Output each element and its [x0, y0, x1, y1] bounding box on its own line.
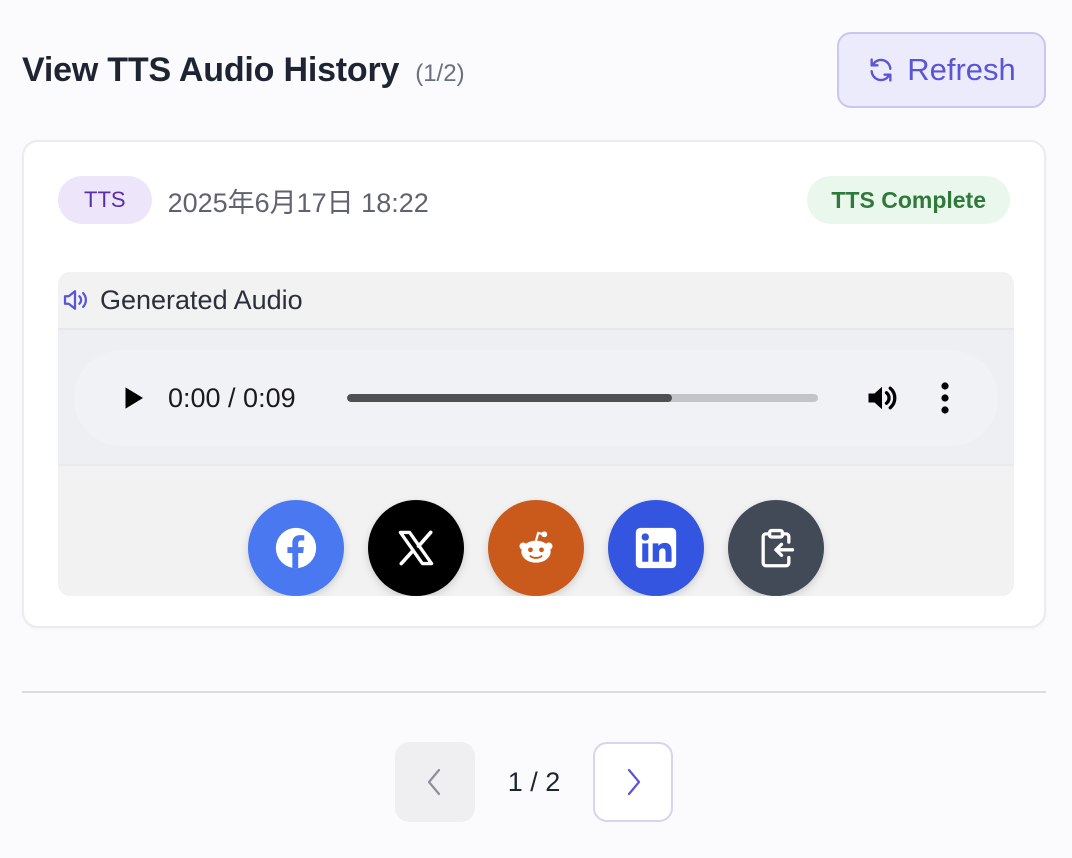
entry-meta-row: TTS 2025年6月17日 18:22 TTS Complete — [58, 176, 1010, 224]
seek-bar-progress — [347, 394, 672, 402]
title-group: View TTS Audio History (1/2) — [22, 51, 465, 90]
linkedin-icon — [635, 527, 677, 569]
entry-timestamp: 2025年6月17日 18:22 — [167, 187, 429, 218]
x-icon — [398, 530, 434, 566]
next-page-button[interactable] — [593, 742, 673, 822]
pagination: 1 / 2 — [395, 742, 673, 822]
generated-audio-section: Generated Audio 0:00 / 0:09 — [58, 272, 1014, 596]
refresh-icon — [870, 58, 892, 82]
time-display: 0:00 / 0:09 — [168, 382, 296, 413]
facebook-icon — [275, 527, 317, 569]
audio-section-title: Generated Audio — [100, 284, 303, 315]
page-indicator: 1 / 2 — [507, 766, 561, 797]
entry-meta: TTS 2025年6月17日 18:22 — [58, 176, 429, 224]
page-header: View TTS Audio History (1/2) Refresh — [22, 32, 1046, 108]
page-title: View TTS Audio History — [22, 50, 400, 89]
audio-player-band: 0:00 / 0:09 — [58, 328, 1014, 466]
chevron-right-icon — [627, 768, 641, 796]
copy-link-button[interactable] — [728, 500, 824, 596]
previous-page-button[interactable] — [395, 742, 475, 822]
chevron-left-icon — [427, 768, 441, 796]
speaker-icon — [63, 290, 87, 310]
status-badge: TTS Complete — [807, 176, 1010, 224]
refresh-label: Refresh — [907, 52, 1016, 87]
reddit-icon — [519, 531, 553, 563]
history-entry-card: TTS 2025年6月17日 18:22 TTS Complete Genera… — [22, 140, 1046, 628]
share-x-button[interactable] — [368, 500, 464, 596]
type-badge: TTS — [58, 176, 152, 224]
audio-player[interactable]: 0:00 / 0:09 — [74, 350, 998, 446]
divider — [22, 691, 1046, 693]
clipboard-icon — [761, 528, 795, 568]
share-buttons — [248, 500, 824, 596]
refresh-button[interactable]: Refresh — [837, 32, 1046, 108]
more-options-button[interactable] — [934, 380, 956, 416]
play-button[interactable] — [118, 383, 148, 413]
share-facebook-button[interactable] — [248, 500, 344, 596]
audio-section-header: Generated Audio — [58, 272, 1014, 328]
volume-button[interactable] — [864, 380, 900, 416]
seek-bar[interactable] — [347, 394, 818, 402]
share-reddit-button[interactable] — [488, 500, 584, 596]
history-count: (1/2) — [415, 59, 465, 87]
share-linkedin-button[interactable] — [608, 500, 704, 596]
